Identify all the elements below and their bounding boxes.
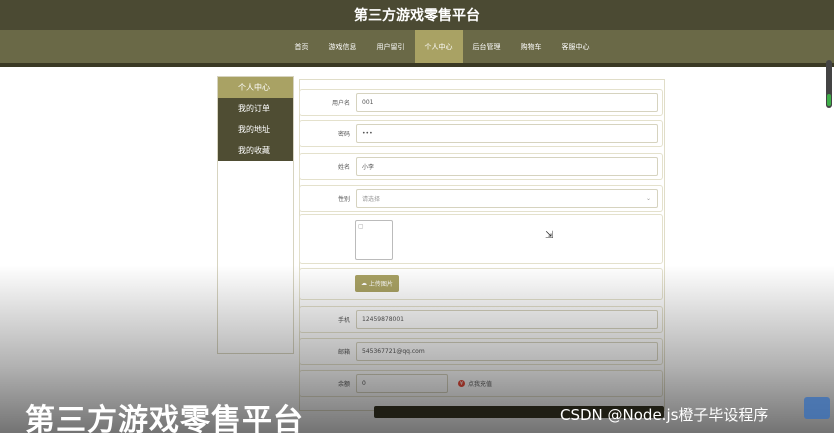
password-value: ••• (362, 130, 373, 137)
sidebar-item-address[interactable]: 我的地址 (218, 119, 293, 140)
password-row: 密码 ••• (299, 120, 663, 147)
sidebar-item-orders[interactable]: 我的订单 (218, 98, 293, 119)
phone-value: 12459878001 (362, 316, 404, 323)
nav-label: 后台管理 (472, 42, 501, 51)
email-row: 邮箱 545367721@qq.com (299, 338, 663, 365)
broken-image-icon: ▢ (358, 223, 364, 230)
watermark: CSDN @Node.js橙子毕设程序 (560, 406, 769, 424)
recharge-button[interactable]: ¥ 点我充值 (458, 379, 492, 388)
gender-label: 性别 (337, 196, 350, 203)
chevron-down-icon: ⌄ (645, 195, 651, 202)
recharge-label: 点我充值 (468, 381, 493, 388)
balance-row: 余额 0 ¥ 点我充值 (299, 370, 663, 397)
scrollbar[interactable] (826, 60, 832, 108)
password-input[interactable]: ••• (356, 124, 658, 143)
balance-value: 0 (362, 380, 366, 387)
sidebar: 个人中心 我的订单 我的地址 我的收藏 (217, 76, 294, 354)
gender-select[interactable]: 请选择 ⌄ (356, 189, 658, 208)
phone-row: 手机 12459878001 (299, 306, 663, 333)
gender-row: 性别 请选择 ⌄ (299, 185, 663, 212)
email-label: 邮箱 (337, 349, 350, 356)
nav-admin[interactable]: 后台管理 (463, 30, 511, 63)
mouse-cursor-icon: ⇲ (545, 230, 554, 241)
avatar-image: ▢ (355, 220, 393, 260)
phone-input[interactable]: 12459878001 (356, 310, 658, 329)
password-label: 密码 (337, 131, 350, 138)
upload-label: 上传图片 (368, 281, 393, 288)
nav-label: 首页 (294, 42, 309, 51)
main-nav: 首页 游戏信息 用户留引 个人中心 后台管理 购物车 客服中心 (0, 30, 834, 63)
sidebar-item-profile[interactable]: 个人中心 (218, 77, 293, 98)
gender-placeholder: 请选择 (362, 196, 381, 203)
balance-input[interactable]: 0 (356, 374, 448, 393)
nav-underline (0, 63, 834, 67)
name-row: 姓名 小李 (299, 153, 663, 180)
sidebar-menu: 个人中心 我的订单 我的地址 我的收藏 (218, 77, 293, 161)
balance-label: 余额 (337, 381, 350, 388)
sidebar-item-favorites[interactable]: 我的收藏 (218, 140, 293, 161)
overlay-title: 第三方游戏零售平台 (25, 403, 304, 438)
nav-label: 用户留引 (376, 42, 405, 51)
sidebar-item-label: 我的收藏 (238, 146, 270, 155)
sidebar-item-label: 个人中心 (238, 83, 270, 92)
username-value: 001 (362, 99, 374, 106)
nav-service[interactable]: 客服中心 (552, 30, 600, 63)
nav-home[interactable]: 首页 (285, 30, 319, 63)
username-row: 用户名 001 (299, 89, 663, 116)
upload-row: ☁ 上传图片 (299, 268, 663, 300)
site-header: 第三方游戏零售平台 (0, 0, 834, 30)
recharge-icon: ¥ (458, 380, 465, 387)
nav-game-info[interactable]: 游戏信息 (319, 30, 367, 63)
name-input[interactable]: 小李 (356, 157, 658, 176)
nav-label: 客服中心 (561, 42, 590, 51)
nav-cart[interactable]: 购物车 (511, 30, 552, 63)
nav-label: 个人中心 (424, 42, 453, 51)
site-title: 第三方游戏零售平台 (354, 8, 480, 24)
upload-image-button[interactable]: ☁ 上传图片 (355, 275, 399, 292)
nav-label: 游戏信息 (328, 42, 357, 51)
sidebar-item-label: 我的订单 (238, 104, 270, 113)
name-value: 小李 (362, 164, 375, 171)
avatar-row (299, 214, 663, 264)
corner-logo-icon (804, 397, 830, 419)
nav-messages[interactable]: 用户留引 (367, 30, 415, 63)
sidebar-item-label: 我的地址 (238, 125, 270, 134)
upload-icon: ☁ (361, 280, 369, 287)
username-label: 用户名 (331, 100, 350, 107)
email-input[interactable]: 545367721@qq.com (356, 342, 658, 361)
nav-profile[interactable]: 个人中心 (414, 30, 463, 63)
nav-label: 购物车 (520, 42, 542, 51)
scrollbar-indicator (827, 94, 831, 106)
email-value: 545367721@qq.com (362, 348, 425, 355)
username-input[interactable]: 001 (356, 93, 658, 112)
phone-label: 手机 (337, 317, 350, 324)
name-label: 姓名 (337, 164, 350, 171)
